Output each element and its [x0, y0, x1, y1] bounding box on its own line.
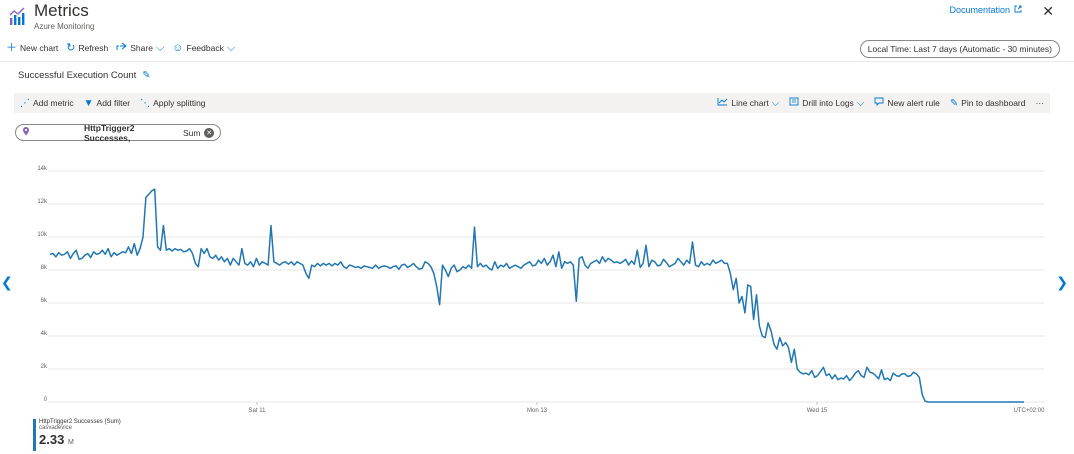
- chevron-down-icon: ⌵: [856, 97, 865, 109]
- y-tick-label: 14k: [37, 166, 48, 172]
- drill-into-logs-label: Drill into Logs: [802, 98, 854, 108]
- new-alert-rule-label: New alert rule: [887, 98, 940, 108]
- chevron-down-icon: ⌵: [771, 97, 780, 109]
- pin-icon: ✎: [949, 97, 959, 109]
- filter-icon: ▼: [83, 97, 94, 109]
- apply-splitting-button[interactable]: ⋱ Apply splitting: [140, 98, 205, 109]
- alert-icon: [874, 97, 884, 109]
- new-chart-button[interactable]: ＋ New chart: [6, 41, 59, 54]
- refresh-icon: ↻: [66, 41, 76, 54]
- metric-pill-agg: Sum: [182, 127, 201, 138]
- add-metric-label: Add metric: [33, 98, 74, 108]
- splitting-icon: ⋱: [140, 97, 151, 109]
- chart-title[interactable]: Successful Execution Count ✎: [18, 70, 151, 81]
- chevron-left-icon[interactable]: ❮: [1, 274, 13, 291]
- new-chart-label: New chart: [20, 43, 59, 53]
- legend-total-value: 2.33 M: [39, 432, 121, 447]
- y-tick-label: 0: [44, 397, 48, 403]
- chart-title-text: Successful Execution Count: [18, 70, 137, 81]
- page-subtitle: Azure Monitoring: [34, 22, 95, 31]
- chart-legend[interactable]: HttpTrigger2 Successes (Sum) casvadevice…: [33, 419, 121, 451]
- plus-icon: ＋: [6, 41, 17, 54]
- line-chart-label: Line chart: [731, 98, 769, 108]
- x-tick-label: Wed 15: [807, 408, 828, 414]
- header-divider: [0, 61, 1074, 62]
- logs-icon: [789, 97, 799, 109]
- page-title: Metrics: [34, 1, 89, 20]
- x-tick-label: Sat 11: [249, 408, 267, 414]
- y-tick-label: 12k: [37, 199, 48, 205]
- feedback-button[interactable]: ☺ Feedback ⌵: [172, 41, 236, 54]
- y-tick-label: 8k: [41, 265, 48, 271]
- location-pin-icon: [22, 126, 30, 139]
- share-icon: [116, 42, 128, 54]
- share-label: Share: [130, 43, 153, 53]
- chevron-right-icon[interactable]: ❯: [1056, 274, 1068, 291]
- smiley-icon: ☺: [172, 41, 184, 54]
- documentation-link[interactable]: Documentation: [949, 5, 1022, 15]
- remove-metric-icon[interactable]: ✕: [204, 127, 214, 138]
- external-link-icon: [1014, 5, 1022, 15]
- edit-pencil-icon[interactable]: ✎: [142, 70, 150, 81]
- documentation-label: Documentation: [949, 5, 1010, 15]
- feedback-label: Feedback: [186, 43, 224, 53]
- metrics-logo-icon: [8, 7, 28, 27]
- add-filter-button[interactable]: ▼ Add filter: [84, 98, 130, 109]
- more-options-button[interactable]: ···: [1036, 98, 1045, 108]
- chart-command-bar: ⋰ Add metric ▼ Add filter ⋱ Apply splitt…: [14, 93, 1050, 113]
- line-chart: 0 2k 4k 6k 8k 10k 12k 14k Sat 11 Mon 13 Wed 15 UTC+…: [37, 166, 1046, 414]
- x-tick-label: UTC+02:00: [1014, 408, 1046, 414]
- drill-into-logs-button[interactable]: Drill into Logs ⌵: [789, 97, 864, 109]
- time-range-picker[interactable]: Local Time: Last 7 days (Automatic - 30 …: [859, 40, 1060, 58]
- y-tick-label: 6k: [41, 298, 48, 304]
- chevron-down-icon: ⌵: [155, 41, 165, 54]
- y-tick-label: 10k: [37, 232, 48, 238]
- series-line[interactable]: [49, 188, 1024, 403]
- new-alert-rule-button[interactable]: New alert rule: [874, 97, 940, 109]
- share-button[interactable]: Share ⌵: [116, 42, 164, 54]
- pin-to-dashboard-button[interactable]: ✎ Pin to dashboard: [950, 98, 1026, 109]
- legend-resource-name: casvadevice: [39, 425, 73, 431]
- line-chart-icon: [717, 97, 728, 109]
- legend-value-number: 2.33: [39, 432, 65, 447]
- metric-pill-name: HttpTrigger2 Successes,: [83, 122, 135, 143]
- add-metric-button[interactable]: ⋰ Add metric: [20, 98, 74, 109]
- pin-to-dashboard-label: Pin to dashboard: [961, 98, 1026, 108]
- y-tick-label: 2k: [41, 364, 48, 370]
- apply-splitting-label: Apply splitting: [153, 98, 206, 108]
- toolbar: ＋ New chart ↻ Refresh Share ⌵ ☺ Feedback…: [6, 42, 235, 54]
- refresh-label: Refresh: [78, 43, 109, 53]
- add-metric-icon: ⋰: [20, 97, 30, 109]
- refresh-button[interactable]: ↻ Refresh: [66, 41, 109, 54]
- chevron-down-icon: ⌵: [226, 41, 236, 54]
- line-chart-button[interactable]: Line chart ⌵: [717, 97, 779, 109]
- x-tick-label: Mon 13: [527, 408, 548, 414]
- add-filter-label: Add filter: [96, 98, 131, 108]
- metric-pill[interactable]: HttpTrigger2 Successes, Sum ✕: [15, 122, 221, 143]
- legend-value-unit: M: [67, 439, 74, 446]
- legend-series-swatch: [33, 419, 36, 451]
- close-icon[interactable]: ✕: [1042, 3, 1054, 20]
- y-tick-label: 4k: [41, 331, 48, 337]
